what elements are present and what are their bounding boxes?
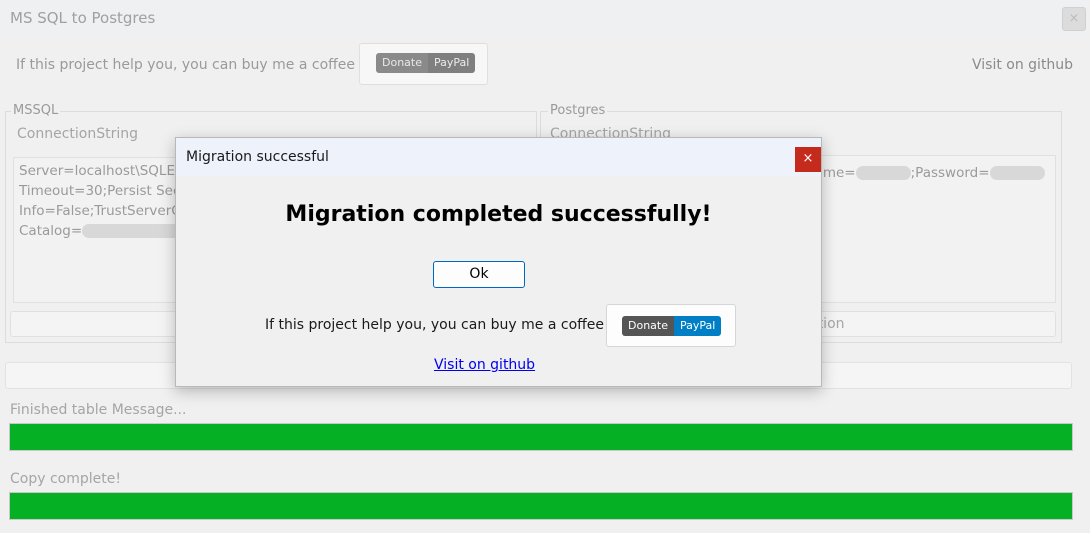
- dialog-title: Migration successful: [186, 149, 329, 165]
- close-icon: ×: [1068, 11, 1080, 26]
- postgres-connection-input[interactable]: name= ;Password=: [800, 155, 1056, 303]
- dialog-github-link[interactable]: Visit on github: [434, 357, 535, 373]
- redacted-mask: [989, 166, 1045, 180]
- table-progress-fill: [10, 424, 1072, 450]
- title-bar: MS SQL to Postgres ×: [0, 0, 1090, 36]
- donate-badge-label: Donate: [622, 316, 674, 336]
- close-icon: ×: [802, 151, 814, 166]
- postgres-legend: Postgres: [548, 103, 608, 118]
- postgres-connection-line: name= ;Password=: [806, 163, 1050, 183]
- dialog-message: Migration completed successfully!: [285, 202, 712, 227]
- copy-status-text: Copy complete!: [10, 471, 121, 487]
- postgres-test-connection-button[interactable]: ction: [800, 311, 1056, 337]
- github-link[interactable]: Visit on github: [972, 57, 1073, 73]
- donate-badge-label: Donate: [376, 53, 428, 73]
- table-progress-bar: [9, 423, 1073, 451]
- dialog-donate-button[interactable]: Donate PayPal: [606, 304, 736, 347]
- paypal-badge-label: PayPal: [428, 53, 476, 73]
- mssql-test-connection-button[interactable]: [10, 311, 200, 337]
- dialog-coffee-text: If this project help you, you can buy me…: [265, 317, 619, 333]
- coffee-text: If this project help you, you can buy me…: [16, 57, 370, 73]
- copy-progress-bar: [9, 492, 1073, 520]
- mssql-legend: MSSQL: [11, 103, 61, 118]
- donate-button[interactable]: Donate PayPal: [359, 43, 488, 85]
- dialog-title-bar: Migration successful ×: [176, 138, 821, 176]
- mssql-connection-label: ConnectionString: [17, 126, 138, 142]
- redacted-mask: [855, 166, 911, 180]
- close-button[interactable]: ×: [1062, 7, 1086, 31]
- window-title: MS SQL to Postgres: [10, 9, 156, 27]
- paypal-badge: Donate PayPal: [376, 53, 476, 73]
- dialog-close-button[interactable]: ×: [795, 147, 821, 172]
- table-status-text: Finished table Message...: [10, 402, 187, 418]
- redacted-mask: [82, 224, 183, 238]
- ok-button[interactable]: Ok: [433, 261, 525, 288]
- migration-dialog: Migration successful × Migration complet…: [175, 137, 822, 387]
- paypal-badge-label: PayPal: [674, 316, 722, 336]
- copy-progress-fill: [10, 493, 1072, 519]
- paypal-badge: Donate PayPal: [622, 316, 722, 336]
